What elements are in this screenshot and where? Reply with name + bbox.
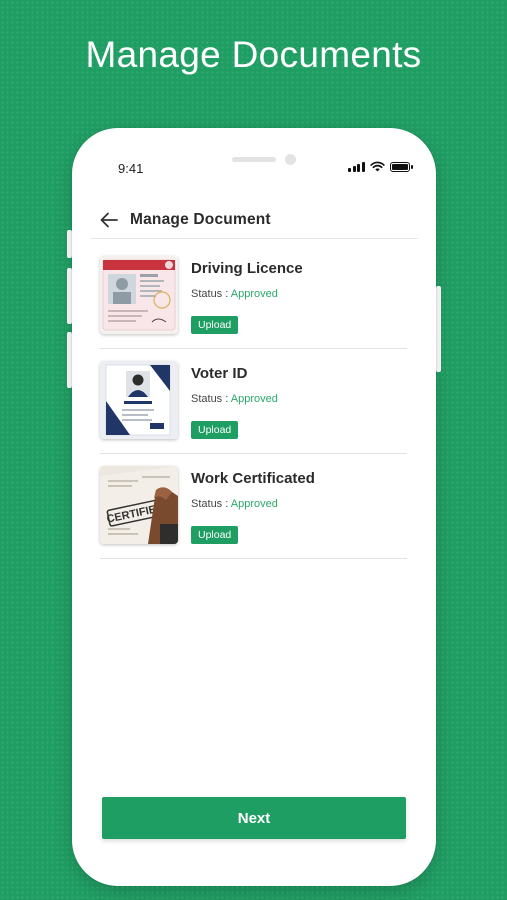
- voter-id-thumbnail: [100, 361, 178, 439]
- speaker-grille: [232, 157, 276, 162]
- phone-side-button: [436, 286, 441, 372]
- upload-button[interactable]: Upload: [191, 526, 239, 544]
- driving-licence-thumbnail: [100, 256, 178, 334]
- back-arrow-icon[interactable]: [98, 209, 120, 231]
- document-status: Status : Approved: [191, 393, 278, 405]
- app-bar: Manage Document: [98, 200, 418, 240]
- page-headline: Manage Documents: [85, 34, 422, 75]
- upload-button[interactable]: Upload: [191, 316, 239, 334]
- document-item-work-certificated: CERTIFIED Work Certificated Status : App…: [100, 454, 407, 559]
- status-icons: [348, 161, 413, 172]
- document-status: Status : Approved: [191, 498, 278, 510]
- status-value: Approved: [230, 288, 278, 300]
- next-button[interactable]: Next: [102, 797, 406, 839]
- status-bar: 9:41: [72, 128, 436, 188]
- wifi-icon: [369, 161, 385, 172]
- document-name: Driving Licence: [191, 260, 303, 277]
- status-label: Status :: [191, 288, 229, 300]
- signal-icon: [348, 161, 365, 172]
- screen-title: Manage Document: [130, 211, 271, 228]
- divider: [90, 238, 418, 239]
- status-value: Approved: [230, 393, 278, 405]
- document-status: Status : Approved: [191, 288, 278, 300]
- document-name: Work Certificated: [191, 470, 315, 487]
- status-time: 9:41: [118, 161, 144, 176]
- status-label: Status :: [191, 393, 229, 405]
- phone-frame: 9:41 Manage Document Driving Licence Sta…: [72, 128, 436, 886]
- front-camera: [285, 154, 296, 165]
- document-item-voter-id: Voter ID Status : Approved Upload: [100, 349, 407, 454]
- status-value: Approved: [230, 498, 278, 510]
- document-name: Voter ID: [191, 365, 248, 382]
- document-item-driving-licence: Driving Licence Status : Approved Upload: [100, 244, 407, 349]
- upload-button[interactable]: Upload: [191, 421, 239, 439]
- document-list: Driving Licence Status : Approved Upload: [100, 244, 407, 559]
- battery-icon: [389, 161, 413, 172]
- status-label: Status :: [191, 498, 229, 510]
- certificate-thumbnail: CERTIFIED: [100, 466, 178, 544]
